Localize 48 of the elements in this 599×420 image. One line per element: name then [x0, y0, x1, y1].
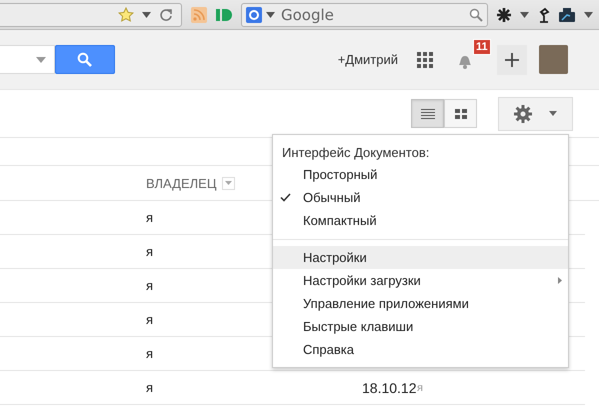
search-field[interactable] [0, 45, 55, 74]
settings-button[interactable] [498, 96, 573, 130]
menu-item[interactable]: Быстрые клавиши [273, 315, 568, 338]
menu-item[interactable]: Компактный [273, 209, 568, 232]
table-cell: я [146, 312, 154, 327]
grid-view-button[interactable] [444, 99, 477, 128]
menu-item[interactable]: Просторный [273, 163, 568, 186]
add-button[interactable] [497, 44, 527, 74]
apps-grid-icon[interactable] [417, 52, 433, 68]
plus-icon [505, 52, 519, 66]
notification-count: 11 [473, 38, 491, 54]
dropdown-arrow-icon[interactable] [142, 10, 151, 18]
extension-icon[interactable] [216, 8, 232, 22]
menu-item[interactable]: Справка [273, 338, 568, 361]
dropdown-arrow-icon[interactable] [520, 10, 529, 18]
menu-item[interactable]: Обычный [273, 186, 568, 209]
table-cell: я [146, 380, 154, 395]
grid-icon [454, 108, 466, 118]
menu-heading: Интерфейс Документов: [281, 144, 430, 162]
column-header[interactable]: ВЛАДЕЛЕЦ [146, 176, 216, 190]
search-icon [77, 52, 93, 68]
caret-icon[interactable] [36, 56, 46, 62]
star-icon[interactable] [118, 6, 134, 22]
search-bar[interactable]: Google [241, 2, 488, 26]
table-cell: я [146, 210, 154, 225]
table-cell: я [417, 382, 423, 394]
list-view-button[interactable] [411, 99, 444, 128]
dropdown-arrow-icon[interactable] [584, 10, 593, 18]
caret-icon [549, 111, 558, 116]
search-engine-icon[interactable] [246, 6, 262, 22]
menu-item[interactable]: Настройки загрузки [273, 269, 568, 292]
dropdown-arrow-icon[interactable] [266, 10, 275, 18]
search-icon[interactable] [469, 8, 483, 22]
reload-icon[interactable] [159, 8, 173, 22]
table-cell: я [146, 278, 154, 293]
lamp-icon[interactable] [538, 6, 550, 22]
printer-icon[interactable] [559, 8, 575, 22]
search-button[interactable] [55, 45, 115, 74]
table-cell: я [146, 244, 154, 259]
asterisk-icon[interactable] [497, 8, 511, 22]
menu-item[interactable]: Настройки [273, 246, 568, 269]
menu-item[interactable]: Управление приложениями [273, 292, 568, 315]
settings-icon [514, 104, 532, 122]
table-cell: я [146, 346, 154, 361]
table-cell: 18.10.12 [362, 380, 416, 396]
list-icon [420, 108, 434, 118]
sort-menu-icon[interactable] [222, 176, 236, 190]
user-name-link[interactable]: +Дмитрий [338, 52, 398, 67]
